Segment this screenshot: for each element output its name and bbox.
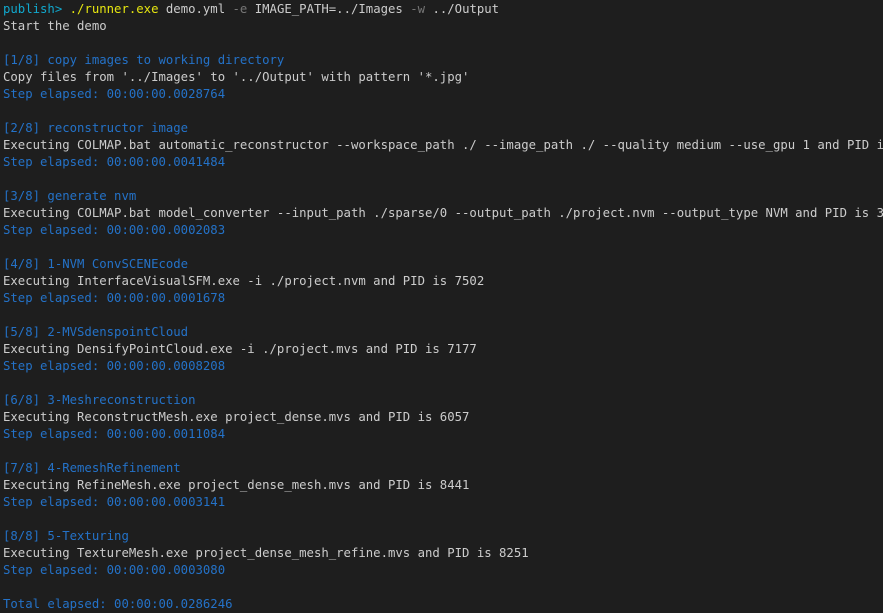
prompt-env-value: IMAGE_PATH=../Images: [254, 2, 403, 16]
step-elapsed: Step elapsed: 00:00:00.0011084: [3, 427, 226, 441]
step-elapsed: Step elapsed: 00:00:00.0028764: [3, 87, 226, 101]
step-elapsed: Step elapsed: 00:00:00.0003080: [3, 563, 226, 577]
step-header: [5/8] 2-MVSdenspointCloud: [3, 325, 189, 339]
prompt-line: publish> ./runner.exe demo.yml -e IMAGE_…: [3, 1, 883, 18]
step-header: [6/8] 3-Meshreconstruction: [3, 393, 196, 407]
prompt-arg-file: demo.yml: [165, 2, 226, 16]
prompt-command: ./runner.exe: [69, 2, 159, 16]
prompt-directory: publish>: [3, 2, 63, 16]
step-elapsed: Step elapsed: 00:00:00.0002083: [3, 223, 226, 237]
step-detail: Executing COLMAP.bat automatic_reconstru…: [3, 138, 883, 152]
step-elapsed: Step elapsed: 00:00:00.0008208: [3, 359, 226, 373]
step-header: [7/8] 4-RemeshRefinement: [3, 461, 181, 475]
step-detail: Executing RefineMesh.exe project_dense_m…: [3, 478, 470, 492]
step-detail: Executing TextureMesh.exe project_dense_…: [3, 546, 529, 560]
step-elapsed: Step elapsed: 00:00:00.0041484: [3, 155, 226, 169]
step-header: [4/8] 1-NVM ConvSCENEcode: [3, 257, 189, 271]
step-detail: Executing ReconstructMesh.exe project_de…: [3, 410, 470, 424]
step-header: [8/8] 5-Texturing: [3, 529, 129, 543]
prompt-output-path: ../Output: [432, 2, 500, 16]
step-detail: Executing DensifyPointCloud.exe -i ./pro…: [3, 342, 477, 356]
step-header: [1/8] copy images to working directory: [3, 53, 285, 67]
step-detail: Executing InterfaceVisualSFM.exe -i ./pr…: [3, 274, 485, 288]
prompt-flag-w: -w: [410, 2, 426, 16]
step-detail: Executing COLMAP.bat model_converter --i…: [3, 206, 883, 220]
step-header: [2/8] reconstructor image: [3, 121, 189, 135]
total-elapsed: Total elapsed: 00:00:00.0286246: [3, 597, 233, 611]
terminal-output[interactable]: publish> ./runner.exe demo.yml -e IMAGE_…: [3, 1, 883, 613]
start-message: Start the demo: [3, 19, 107, 33]
step-elapsed: Step elapsed: 00:00:00.0001678: [3, 291, 226, 305]
step-header: [3/8] generate nvm: [3, 189, 137, 203]
step-elapsed: Step elapsed: 00:00:00.0003141: [3, 495, 226, 509]
prompt-flag-e: -e: [232, 2, 248, 16]
step-detail: Copy files from '../Images' to '../Outpu…: [3, 70, 470, 84]
